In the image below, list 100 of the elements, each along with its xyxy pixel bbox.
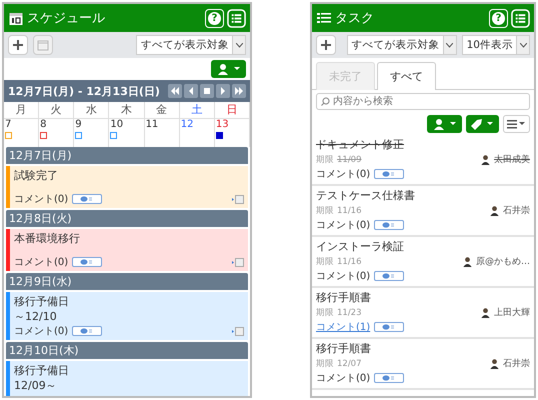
today-icon (202, 87, 212, 95)
next-button[interactable] (216, 84, 230, 98)
event-title: 移行予備日 (14, 294, 70, 309)
weekday-label: 日 (214, 102, 250, 119)
comment-count: コメント(0) (316, 372, 370, 385)
comments-link[interactable]: コメント(1) (316, 320, 370, 334)
event-card[interactable]: 移行予備日 12/09～ (6, 361, 248, 396)
last-button[interactable] (232, 84, 246, 98)
first-button[interactable] (168, 84, 182, 98)
due-label: 期限 (316, 358, 334, 370)
comment-button[interactable] (374, 373, 404, 383)
date-number[interactable]: 10 (110, 119, 124, 130)
task-title[interactable]: インストーラ検証 (316, 240, 530, 254)
due-label: 期限 (316, 306, 334, 318)
date-number[interactable]: 11 (146, 119, 158, 130)
event-card[interactable]: 本番環境移行 コメント(0) (6, 229, 248, 271)
assignee-name: 石井崇 (503, 204, 530, 217)
search-field[interactable]: 内容から検索 (316, 93, 530, 110)
comment-button[interactable] (374, 271, 404, 281)
comment-count: コメント(0) (316, 168, 370, 181)
event-card[interactable]: 移行予備日 ～12/10 コメント(0) (6, 292, 248, 340)
app-title: スケジュール (27, 10, 106, 27)
assignee-name: 原@かもめ… (476, 256, 530, 268)
sort-menu-button[interactable] (503, 115, 530, 133)
caret-icon (486, 122, 494, 126)
task-title[interactable]: 移行手順書 (316, 342, 530, 356)
task-title[interactable]: 移行手順書 (316, 291, 530, 305)
add-button[interactable] (8, 35, 28, 55)
due-date: 11/09 (337, 154, 362, 164)
add-button[interactable] (316, 35, 336, 55)
user-filter-button[interactable] (427, 115, 462, 133)
comment-count: コメント(0) (14, 325, 68, 338)
task-title[interactable]: テストケース仕様書 (316, 189, 530, 203)
event-title: 試験完了 (14, 168, 59, 183)
avatar-icon (489, 358, 500, 369)
weekday-label: 火 (39, 102, 74, 119)
caret-icon (520, 42, 526, 48)
user-icon (432, 117, 446, 131)
expand-icon[interactable] (232, 326, 244, 336)
comment-button[interactable] (374, 169, 404, 179)
avatar-icon (480, 307, 491, 318)
due-label: 期限 (316, 204, 334, 216)
filter-select[interactable]: すべてが表示対象 (136, 35, 246, 55)
comment-button[interactable] (72, 194, 102, 204)
comment-count: コメント(0) (14, 193, 68, 206)
avatar-icon (480, 154, 491, 165)
event-card[interactable]: 試験完了 コメント(0) (6, 166, 248, 208)
weekday-label: 土 (180, 102, 215, 119)
comment-button[interactable] (72, 257, 102, 267)
checklist-icon (316, 10, 332, 26)
last-icon (234, 87, 244, 95)
date-number[interactable]: 12 (180, 119, 194, 130)
date-number[interactable]: 13 (216, 119, 229, 130)
expand-icon[interactable] (232, 194, 244, 204)
tab[interactable]: すべて (377, 62, 436, 90)
caret-icon (518, 122, 526, 126)
caret-icon (236, 42, 242, 48)
caret-icon (449, 122, 457, 126)
due-date: 11/23 (337, 308, 362, 318)
avatar-icon (489, 205, 500, 216)
date-number[interactable]: 7 (5, 119, 12, 130)
help-button[interactable]: ? (205, 8, 224, 28)
day-heading: 12月9日(水) (6, 273, 248, 290)
help-button[interactable]: ? (489, 8, 508, 28)
prev-button[interactable] (184, 84, 198, 98)
date-number[interactable]: 9 (75, 119, 82, 130)
today-button[interactable] (200, 84, 214, 98)
comment-button[interactable] (374, 220, 404, 230)
expand-icon[interactable] (232, 258, 244, 266)
due-date: 12/07 (337, 358, 362, 368)
event-title: 本番環境移行 (14, 231, 81, 246)
date-number[interactable]: 8 (40, 119, 47, 130)
plus-icon (320, 39, 332, 51)
day-heading: 12月8日(火) (6, 210, 248, 227)
calendar-button[interactable] (33, 35, 53, 55)
user-filter-button[interactable] (211, 60, 246, 78)
app-title: タスク (335, 10, 375, 27)
comment-button[interactable] (72, 326, 102, 336)
task-title[interactable]: ドキュメント修正 (316, 138, 530, 152)
comment-count: コメント(0) (316, 270, 370, 283)
day-heading: 12月10日(木) (6, 342, 248, 359)
comment-button[interactable] (374, 322, 404, 332)
filter-select[interactable]: すべてが表示対象 (346, 35, 457, 55)
menu-icon[interactable] (511, 8, 530, 28)
tag-filter-button[interactable] (466, 115, 499, 133)
menu-icon[interactable] (227, 8, 246, 28)
calendar-icon (8, 10, 24, 26)
due-date: 11/16 (337, 256, 362, 266)
caret-icon (233, 67, 241, 71)
weekday-label: 木 (109, 102, 145, 119)
day-heading: 12月7日(月) (6, 147, 248, 164)
assignee-name: 石井崇 (503, 358, 530, 370)
due-date: 11/16 (337, 206, 362, 216)
caret-icon (446, 42, 454, 48)
weekday-label: 金 (144, 102, 180, 119)
page-size-select[interactable]: 10件表示 (462, 35, 530, 55)
tag-icon (471, 118, 483, 130)
week-range: 12月7日(月) - 12月13日(日) (8, 84, 161, 98)
comment-count: コメント(0) (14, 256, 68, 269)
event-period: 12/09～ (14, 378, 58, 393)
